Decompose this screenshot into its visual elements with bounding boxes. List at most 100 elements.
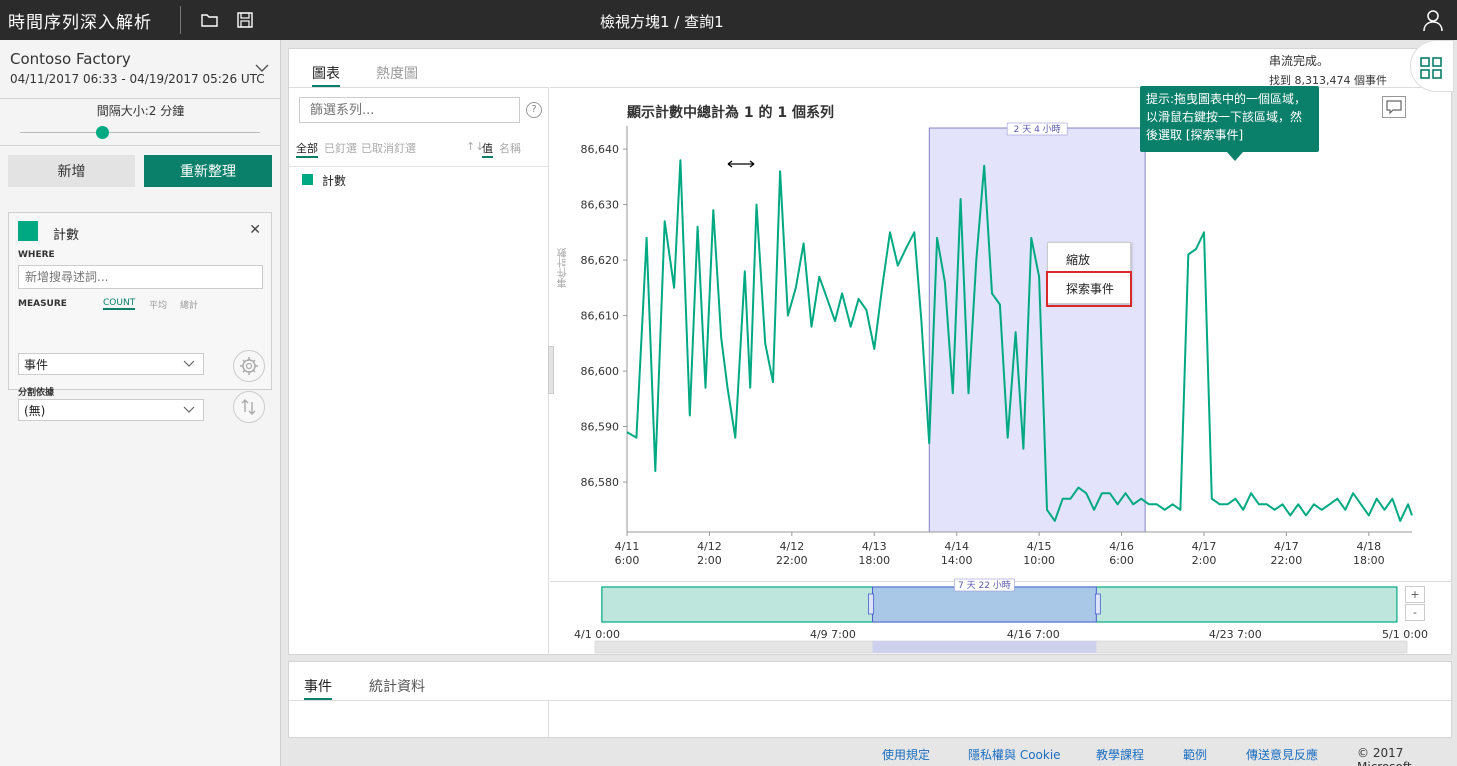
x-tick-label-date: 4/18 xyxy=(1356,540,1381,553)
measure-label: MEASURE xyxy=(18,299,67,309)
series-row[interactable]: 計數 xyxy=(289,166,548,190)
x-tick-label-time: 10:00 xyxy=(1023,554,1055,567)
x-tick-label-date: 4/12 xyxy=(779,540,804,553)
brush-x-tick-label: 5/1 0:00 xyxy=(1382,628,1428,641)
footer-link-feedback[interactable]: 傳送意見反應 xyxy=(1246,746,1318,763)
hint-tooltip: 提示:拖曳圖表中的一個區域，以滑鼠右鍵按一下該區域，然後選取 [探索事件] xyxy=(1140,86,1319,152)
x-tick-label-date: 4/15 xyxy=(1027,540,1052,553)
x-tick-label-time: 14:00 xyxy=(941,554,973,567)
footer-copyright: © 2017 Microsoft xyxy=(1357,746,1412,766)
divider xyxy=(548,701,549,739)
aggregation-sum[interactable]: 總計 xyxy=(180,298,198,311)
environment-name[interactable]: Contoso Factory xyxy=(10,50,131,68)
y-tick-label: 86,590 xyxy=(581,421,620,434)
x-tick-label-time: 6:00 xyxy=(615,554,640,567)
aggregation-count[interactable]: COUNT xyxy=(103,298,136,310)
zoom-in-button[interactable]: + xyxy=(1405,586,1425,603)
app-title: 時間序列深入解析 xyxy=(8,13,152,33)
y-tick-label: 86,630 xyxy=(581,199,620,212)
help-icon[interactable]: ? xyxy=(526,102,542,118)
hint-tooltip-arrow xyxy=(1227,152,1243,161)
sort-by-value[interactable]: 值 xyxy=(482,140,493,158)
brush-handle-right xyxy=(1094,593,1101,615)
measure-name: 計數 xyxy=(53,228,80,243)
interval-slider-track[interactable] xyxy=(20,132,260,133)
open-folder-icon[interactable] xyxy=(200,10,220,30)
filter-pinned[interactable]: 已釘選 xyxy=(324,140,357,156)
measure-color-swatch[interactable] xyxy=(18,221,38,241)
x-tick-label-date: 4/14 xyxy=(944,540,969,553)
line-chart[interactable]: 2 天 4 小時 86,640 86,630 86,620 86,610 86,600 86… xyxy=(550,88,1452,582)
y-tick-label: 86,610 xyxy=(581,310,620,323)
brush-area[interactable]: 7 天 22 小時 4/1 0:00 4/9 7:00 4/16 7:00 4/23 7… xyxy=(550,578,1452,657)
zoom-out-button[interactable]: - xyxy=(1405,604,1425,621)
split-label: 分割依據 xyxy=(18,388,55,398)
grid-icon xyxy=(1420,57,1442,79)
y-tick-label: 86,620 xyxy=(581,254,620,267)
where-label: WHERE xyxy=(18,250,55,260)
x-tick-label-time: 2:00 xyxy=(697,554,722,567)
x-tick-label-time: 22:00 xyxy=(776,554,808,567)
measure-select[interactable]: 事件 xyxy=(18,353,204,375)
y-tick-label: 86,580 xyxy=(581,476,620,489)
y-tick-label: 86,640 xyxy=(581,143,620,156)
split-order-button[interactable] xyxy=(233,391,265,423)
footer-link-samples[interactable]: 範例 xyxy=(1183,746,1207,763)
x-tick-label-date: 4/16 xyxy=(1109,540,1134,553)
x-tick-label-date: 4/13 xyxy=(862,540,887,553)
brush-x-tick-label: 4/1 0:00 xyxy=(574,628,620,641)
panel-splitter-handle[interactable] xyxy=(548,346,554,394)
x-tick-label-date: 4/17 xyxy=(1192,540,1217,553)
y-tick-label: 86,600 xyxy=(581,365,620,378)
brush-scrollbar-thumb xyxy=(872,641,1097,653)
sort-order-icon xyxy=(241,399,256,415)
footer-link-terms[interactable]: 使用規定 xyxy=(882,746,930,763)
environment-range[interactable]: 04/11/2017 06:33 - 04/19/2017 05:26 UTC xyxy=(10,72,265,86)
interval-label: 間隔大小:2 分鐘 xyxy=(96,104,185,118)
footer-link-privacy[interactable]: 隱私權與 Cookie xyxy=(968,746,1061,763)
x-tick-label-time: 18:00 xyxy=(858,554,890,567)
series-filter-input[interactable] xyxy=(299,97,520,123)
measure-settings-button[interactable] xyxy=(233,350,265,382)
tab-statistics[interactable]: 統計資料 xyxy=(369,676,425,696)
brush-handle-left xyxy=(868,593,874,615)
x-tick-label-time: 6:00 xyxy=(1109,554,1134,567)
refresh-button[interactable]: 重新整理 xyxy=(144,155,272,187)
selection-region xyxy=(928,127,1146,533)
aggregation-average[interactable]: 平均 xyxy=(149,298,167,311)
x-tick-label-date: 4/12 xyxy=(697,540,722,553)
add-button[interactable]: 新增 xyxy=(8,155,135,187)
layout-grid-button[interactable] xyxy=(1410,40,1454,92)
chart-area[interactable]: 顯示計數中總計為 1 的 1 個系列 事件計數 2 天 4 小時 86,640 86… xyxy=(550,87,1452,581)
series-swatch xyxy=(302,174,313,185)
brush-x-tick-label: 4/9 7:00 xyxy=(810,628,856,641)
bottom-panel: 事件 統計資料 xyxy=(288,661,1453,739)
close-icon[interactable]: ✕ xyxy=(249,222,261,238)
resize-cursor-icon xyxy=(727,160,755,168)
footer-link-tutorial[interactable]: 教學課程 xyxy=(1096,746,1144,763)
filter-unpinned[interactable]: 已取消釘選 xyxy=(361,140,416,156)
chevron-down-icon[interactable] xyxy=(254,62,270,74)
split-select[interactable]: (無) xyxy=(18,399,204,421)
save-icon[interactable] xyxy=(235,10,255,30)
top-separator xyxy=(180,6,181,34)
x-tick-label-date: 4/11 xyxy=(615,540,640,553)
tab-chart[interactable]: 圖表 xyxy=(312,63,340,87)
filter-all[interactable]: 全部 xyxy=(296,140,318,158)
x-tick-label-time: 18:00 xyxy=(1353,554,1385,567)
tab-events[interactable]: 事件 xyxy=(304,676,332,700)
where-input[interactable] xyxy=(18,265,263,289)
user-icon[interactable] xyxy=(1421,8,1445,32)
chevron-down-icon xyxy=(183,406,195,413)
sort-by-name[interactable]: 名稱 xyxy=(499,140,521,156)
gear-icon xyxy=(240,357,258,375)
comment-icon xyxy=(1386,100,1402,115)
x-tick-label-time: 2:00 xyxy=(1192,554,1217,567)
measure-select-value: 事件 xyxy=(24,358,49,372)
brush-chart[interactable]: 7 天 22 小時 4/1 0:00 4/9 7:00 4/16 7:00 4/23 7… xyxy=(550,578,1452,657)
comment-button[interactable] xyxy=(1382,96,1406,118)
menu-item-zoom[interactable]: 縮放 xyxy=(1048,245,1130,271)
stream-status: 串流完成。 xyxy=(1269,54,1330,68)
tab-heatmap[interactable]: 熱度圖 xyxy=(376,63,418,83)
interval-slider-thumb[interactable] xyxy=(96,126,109,139)
